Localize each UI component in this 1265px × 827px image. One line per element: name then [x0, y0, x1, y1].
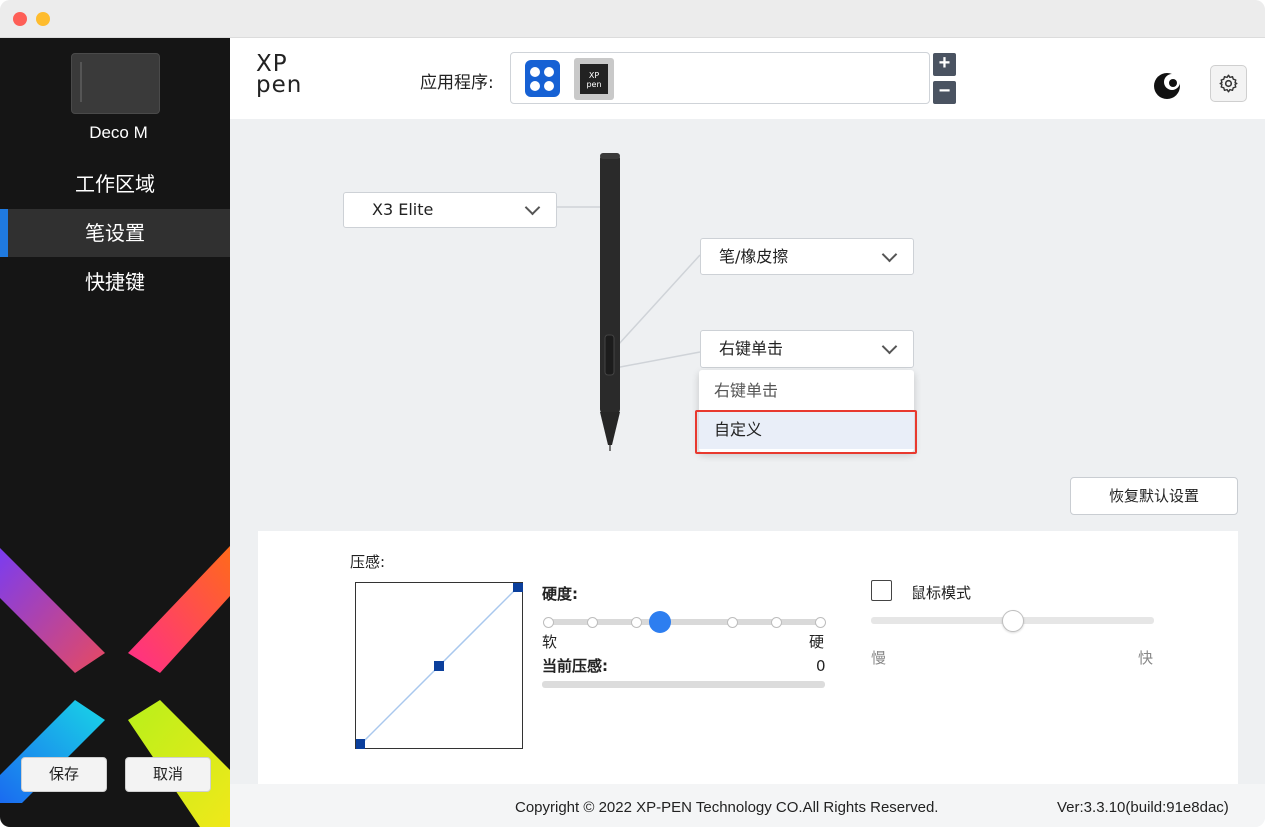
hard-label: 硬 — [809, 633, 825, 651]
curve-point-end[interactable] — [513, 582, 523, 592]
hardness-tick — [587, 617, 598, 628]
hardness-tick — [771, 617, 782, 628]
curve-point-start[interactable] — [355, 739, 365, 749]
pen-tip-function-value: 笔/橡皮擦 — [719, 247, 789, 266]
mouse-speed-slider-knob[interactable] — [1001, 610, 1024, 632]
curve-point-mid[interactable] — [434, 661, 444, 671]
hardness-tick — [543, 617, 554, 628]
chevron-down-icon — [524, 199, 541, 216]
copyright-text: Copyright © 2022 XP-PEN Technology CO.Al… — [515, 799, 939, 816]
pen-tip-function-select[interactable]: 笔/橡皮擦 — [700, 238, 914, 275]
pen-button-function-select[interactable]: 右键单击 — [700, 330, 914, 368]
soft-label: 软 — [542, 633, 558, 651]
fast-label: 快 — [1138, 649, 1154, 667]
pen-button-function-value: 右键单击 — [719, 339, 784, 358]
footer: Copyright © 2022 XP-PEN Technology CO.Al… — [230, 784, 1265, 827]
hardness-slider-knob[interactable] — [648, 611, 671, 633]
hardness-tick — [815, 617, 826, 628]
menu-item-right-click[interactable]: 右键单击 — [699, 372, 914, 410]
current-pressure-bar — [542, 681, 825, 688]
app-window: Deco M 工作区域 笔设置 快捷键 保存 取消 XP pen 应用程序: X… — [0, 0, 1265, 827]
selection-highlight-box — [695, 410, 917, 454]
restore-defaults-button[interactable]: 恢复默认设置 — [1070, 477, 1238, 515]
version-text: Ver:3.3.10(build:91e8dac) — [1057, 799, 1229, 816]
slow-label: 慢 — [871, 649, 887, 667]
mouse-mode-checkbox[interactable] — [871, 580, 892, 601]
current-pressure-value: 0 — [816, 657, 826, 675]
current-pressure-label: 当前压感: — [542, 657, 608, 675]
hardness-tick — [727, 617, 738, 628]
pen-model-value: X3 Elite — [372, 200, 434, 219]
chevron-down-icon — [881, 338, 898, 355]
hardness-tick — [631, 617, 642, 628]
pen-model-select[interactable]: X3 Elite — [343, 192, 557, 228]
pressure-curve — [355, 582, 523, 749]
chevron-down-icon — [881, 246, 898, 263]
hardness-label: 硬度: — [542, 585, 578, 603]
pressure-curve-editor[interactable] — [355, 582, 523, 749]
mouse-mode-label: 鼠标模式 — [911, 584, 972, 602]
pressure-title: 压感: — [350, 553, 386, 571]
